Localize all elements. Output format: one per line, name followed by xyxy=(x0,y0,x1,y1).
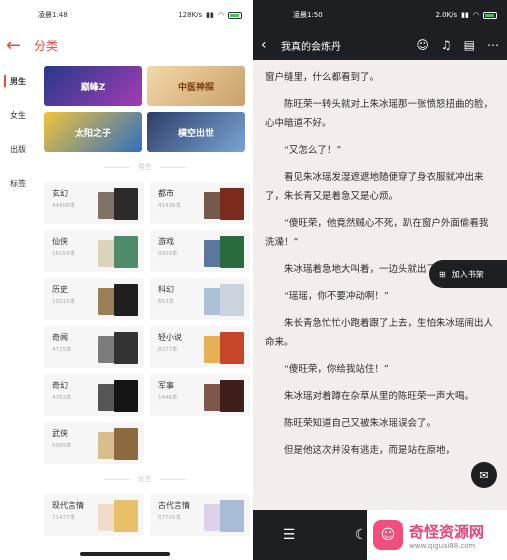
home-indicator xyxy=(80,552,170,556)
status-bar: 凌晨1:50 2.0K/s ▮▮ ◠ xyxy=(253,0,507,30)
menu-list-icon[interactable]: ☰ xyxy=(283,527,296,543)
paragraph: “瑶瑶，你不要冲动啊！” xyxy=(284,291,389,302)
genre-card[interactable]: 现代言情 71477本 xyxy=(44,494,144,536)
sidebar-item-tags[interactable]: 标签 xyxy=(0,166,38,200)
section-divider-female: 女生 xyxy=(40,464,250,494)
battery-icon xyxy=(483,11,497,19)
paragraph: “傻旺荣，他竟然贼心不死，趴在窗户外面偷看我洗澡！” xyxy=(265,218,489,248)
book-title: 我真的会炼丹 xyxy=(281,41,341,53)
watermark-logo-icon: ☺ xyxy=(373,520,403,550)
banner[interactable]: 中医神探 xyxy=(147,66,245,106)
section-label: 女生 xyxy=(138,475,152,483)
genre-card[interactable]: 武侠 5089本 xyxy=(44,422,144,464)
book-cover xyxy=(220,500,244,532)
book-cover xyxy=(220,380,244,412)
signal-icon: ▮▮ xyxy=(461,11,469,19)
section-label: 男生 xyxy=(138,163,152,171)
genre-card[interactable]: 科幻 653本 xyxy=(150,278,250,320)
status-time: 凌晨1:50 xyxy=(293,11,323,19)
signal-icon: ▮▮ xyxy=(206,11,214,19)
genre-card[interactable]: 轻小说 8377本 xyxy=(150,326,250,368)
sidebar-item-publish[interactable]: 出版 xyxy=(0,132,38,166)
paragraph: “又怎么了！” xyxy=(284,145,342,156)
reader-screen: 凌晨1:50 2.0K/s ▮▮ ◠ ‹ 我真的会炼丹 ☺ ♫ ▤ ⋯ 窗户缝里… xyxy=(253,0,507,560)
section-divider-male: 男生 xyxy=(40,152,250,182)
paragraph: 窗户缝里，什么都看到了。 xyxy=(265,72,380,83)
book-cover xyxy=(114,236,138,268)
watermark-name: 奇怪资源网 xyxy=(409,522,485,541)
night-mode-icon[interactable]: ☾ xyxy=(355,527,368,543)
genre-card[interactable]: 游戏 9309本 xyxy=(150,230,250,272)
genre-card[interactable]: 古代言情 57705本 xyxy=(150,494,250,536)
battery-icon xyxy=(228,11,242,19)
paragraph: 朱长青急忙忙小跑着跟了上去，生怕朱冰瑶闹出人命来。 xyxy=(265,318,494,348)
genre-grid: 玄幻 44908本 都市 41436本 仙侠 16154本 游戏 9309本 历史 102… xyxy=(40,182,250,464)
genre-card[interactable]: 奇闻 4725本 xyxy=(44,326,144,368)
book-cover xyxy=(220,284,244,316)
banner-grid: 巅峰Z 中医神探 太阳之子 横空出世 xyxy=(40,62,250,152)
book-cover xyxy=(114,284,138,316)
add-shelf-label: 加入书架 xyxy=(451,269,484,279)
comment-button[interactable]: ✉ xyxy=(471,462,497,488)
genre-card[interactable]: 军事 1446本 xyxy=(150,374,250,416)
category-content: 巅峰Z 中医神探 太阳之子 横空出世 男生 玄幻 44908本 都市 41436本 … xyxy=(40,62,250,536)
contents-icon[interactable]: ▤ xyxy=(464,38,475,52)
add-to-shelf-button[interactable]: ⊞ 加入书架 xyxy=(429,260,507,288)
genre-card[interactable]: 历史 10215本 xyxy=(44,278,144,320)
headphones-icon[interactable]: ♫ xyxy=(441,38,452,52)
paragraph: 陈旺荣一转头就对上朱冰瑶那一张愤怒扭曲的脸，心中暗道不好。 xyxy=(265,99,494,129)
sidebar-item-male[interactable]: 男生 xyxy=(0,64,38,98)
add-shelf-icon: ⊞ xyxy=(439,269,446,279)
network-speed: 2.0K/s xyxy=(435,11,458,19)
female-genre-grid: 现代言情 71477本 古代言情 57705本 xyxy=(40,494,250,536)
book-cover xyxy=(220,236,244,268)
paragraph: 看见朱冰瑶发湿遮遮地随便穿了身衣服就冲出来了，朱长青又是着急又是心烦。 xyxy=(265,172,484,202)
genre-card[interactable]: 玄幻 44908本 xyxy=(44,182,144,224)
genre-card[interactable]: 仙侠 16154本 xyxy=(44,230,144,272)
genre-card[interactable]: 奇幻 4763本 xyxy=(44,374,144,416)
status-bar: 凌晨1:48 128K/s ▮▮ ◠ xyxy=(0,0,252,30)
watermark: ☺ 奇怪资源网 www.qiguai88.com xyxy=(367,510,507,560)
paragraph: 朱冰瑶对着蹲在杂草从里的陈旺荣一声大喝。 xyxy=(284,391,475,402)
category-sidebar: 男生 女生 出版 标签 xyxy=(0,64,38,200)
status-time: 凌晨1:48 xyxy=(38,11,68,19)
back-arrow-icon[interactable]: ← xyxy=(6,35,28,56)
book-cover xyxy=(220,332,244,364)
category-screen: 凌晨1:48 128K/s ▮▮ ◠ ← 分类 男生 女生 出版 标签 巅峰Z … xyxy=(0,0,252,560)
back-chevron-icon[interactable]: ‹ xyxy=(261,37,275,53)
reader-top-bar: ‹ 我真的会炼丹 ☺ ♫ ▤ ⋯ xyxy=(253,30,507,60)
genre-card[interactable]: 都市 41436本 xyxy=(150,182,250,224)
book-cover xyxy=(114,332,138,364)
book-cover xyxy=(114,380,138,412)
banner[interactable]: 巅峰Z xyxy=(44,66,142,106)
wifi-icon: ◠ xyxy=(472,11,479,19)
paragraph: “傻旺荣，你给我站住！” xyxy=(284,364,389,375)
book-cover xyxy=(114,500,138,532)
chat-bubble-icon: ✉ xyxy=(479,468,489,482)
network-speed: 128K/s xyxy=(178,11,203,19)
more-icon[interactable]: ⋯ xyxy=(487,38,499,52)
banner[interactable]: 太阳之子 xyxy=(44,112,142,152)
paragraph: 但是他这次并没有逃走，而是站在原地， xyxy=(284,445,456,456)
sidebar-item-female[interactable]: 女生 xyxy=(0,98,38,132)
wifi-icon: ◠ xyxy=(217,11,224,19)
screenshot-root: 凌晨1:48 128K/s ▮▮ ◠ ← 分类 男生 女生 出版 标签 巅峰Z … xyxy=(0,0,507,560)
paragraph: 陈旺荣知道自己又被朱冰瑶误会了。 xyxy=(284,418,437,429)
top-bar: ← 分类 xyxy=(0,30,252,60)
page-title: 分类 xyxy=(34,38,59,53)
book-cover xyxy=(114,428,138,460)
avatar-icon[interactable]: ☺ xyxy=(416,38,429,52)
book-cover xyxy=(114,188,138,220)
watermark-url: www.qiguai88.com xyxy=(409,541,476,550)
book-cover xyxy=(220,188,244,220)
banner[interactable]: 横空出世 xyxy=(147,112,245,152)
